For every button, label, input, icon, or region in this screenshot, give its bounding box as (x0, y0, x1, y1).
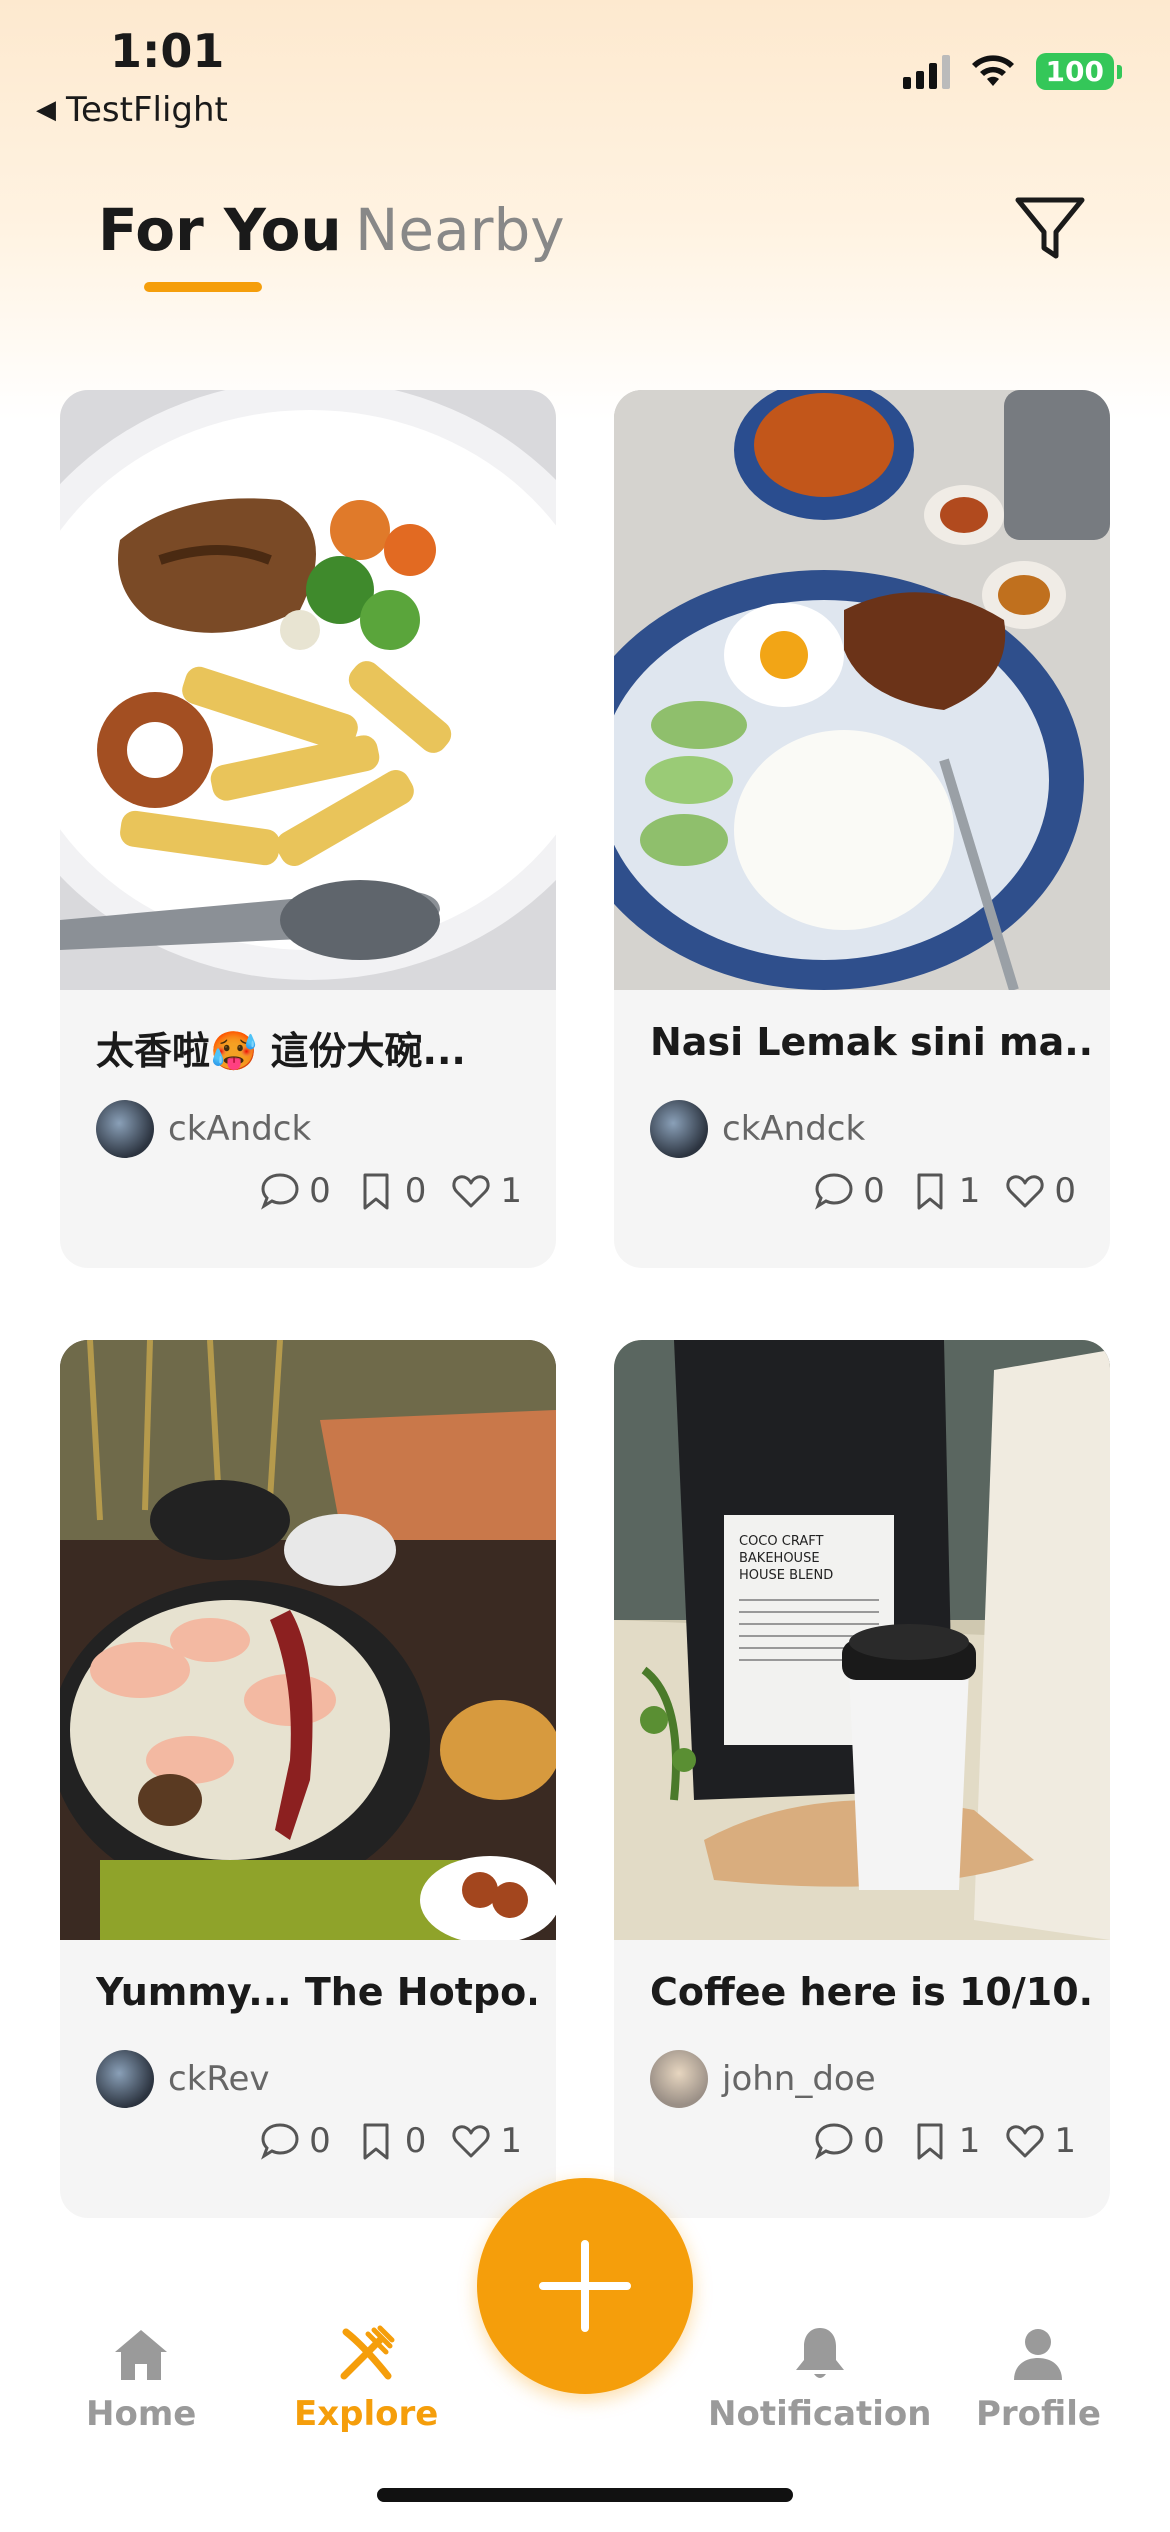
back-app-label: TestFlight (66, 90, 228, 130)
like-count: 1 (500, 2121, 522, 2161)
post-card[interactable]: COCO CRAFT BAKEHOUSE HOUSE BLEND Coffee … (614, 1340, 1110, 2218)
author-name: john_doe (722, 2059, 876, 2099)
post-card[interactable]: Yummy... The Hotpo... ckRev 0 0 1 (60, 1340, 556, 2218)
bookmark-count: 1 (958, 2121, 981, 2161)
post-stats: 0 1 1 (799, 2120, 1076, 2162)
post-image-chicken-pasta (60, 390, 556, 990)
post-title: 太香啦🥵 這份大碗... (96, 1029, 466, 1073)
tab-for-you[interactable]: For You (98, 196, 342, 264)
heart-icon (452, 1175, 490, 1208)
like-count: 1 (500, 1171, 522, 1211)
comment-icon (815, 2123, 853, 2160)
like-count: 0 (1054, 1171, 1076, 1211)
bookmark-icon (917, 2123, 943, 2160)
wifi-icon (971, 55, 1014, 86)
comment-count: 0 (309, 1171, 331, 1211)
avatar (96, 2050, 154, 2108)
bookmark-icon (917, 1173, 943, 1210)
nav-home[interactable]: Home (86, 2322, 196, 2434)
bookmark-stat[interactable]: 0 (355, 2120, 427, 2162)
status-indicators: 100 (902, 52, 1123, 90)
author-name: ckAndck (168, 1109, 312, 1149)
active-tab-indicator (144, 282, 262, 292)
author-name: ckAndck (722, 1109, 866, 1149)
avatar (650, 1100, 708, 1158)
back-triangle-icon: ◀ (36, 95, 56, 125)
post-card[interactable]: Nasi Lemak sini ma... ckAndck 0 1 0 (614, 390, 1110, 1268)
bookmark-count: 1 (958, 1171, 981, 1211)
like-stat[interactable]: 1 (450, 2120, 522, 2162)
bookmark-count: 0 (404, 2121, 427, 2161)
nav-profile[interactable]: Profile (976, 2322, 1101, 2434)
comment-stat[interactable]: 0 (259, 2120, 331, 2162)
filter-icon (1015, 197, 1085, 259)
nav-home-label: Home (86, 2394, 197, 2434)
bookmark-stat[interactable]: 0 (355, 1170, 427, 1212)
post-title: Nasi Lemak sini ma... (650, 1020, 1090, 1064)
fork-knife-icon (340, 2325, 395, 2380)
post-stats: 0 0 1 (245, 2120, 522, 2162)
home-indicator (377, 2488, 793, 2502)
plus-icon (539, 2240, 631, 2332)
author-name: ckRev (168, 2059, 270, 2099)
like-stat[interactable]: 0 (1004, 1170, 1076, 1212)
nav-profile-label: Profile (976, 2394, 1101, 2434)
tab-nearby[interactable]: Nearby (355, 196, 565, 264)
bell-icon (795, 2328, 844, 2378)
back-to-app[interactable]: ◀ TestFlight (36, 90, 228, 130)
comment-stat[interactable]: 0 (259, 1170, 331, 1212)
coffee-bag-label-line3: HOUSE BLEND (739, 1568, 833, 1583)
post-author[interactable]: john_doe (650, 2050, 876, 2108)
comment-count: 0 (863, 2121, 885, 2161)
bookmark-count: 0 (404, 1171, 427, 1211)
comment-stat[interactable]: 0 (813, 2120, 885, 2162)
like-stat[interactable]: 1 (450, 1170, 522, 1212)
post-author[interactable]: ckAndck (96, 1100, 311, 1158)
comment-icon (261, 2123, 299, 2160)
home-icon (115, 2330, 168, 2380)
comment-icon (815, 1173, 853, 1210)
comment-icon (261, 1173, 299, 1210)
nav-notification-label: Notification (708, 2394, 932, 2434)
post-author[interactable]: ckRev (96, 2050, 270, 2108)
comment-count: 0 (309, 2121, 331, 2161)
post-title: Coffee here is 10/10... (650, 1970, 1090, 2014)
status-time: 1:01 (110, 24, 225, 78)
post-image-nasi-lemak (614, 390, 1110, 990)
comment-count: 0 (863, 1171, 885, 1211)
post-stats: 0 1 0 (799, 1170, 1076, 1212)
nav-explore[interactable]: Explore (294, 2322, 438, 2434)
cellular-signal-icon (902, 53, 950, 89)
post-image-hotpot (60, 1340, 556, 1940)
nav-explore-label: Explore (294, 2394, 439, 2434)
comment-stat[interactable]: 0 (813, 1170, 885, 1212)
bookmark-stat[interactable]: 1 (909, 2120, 981, 2162)
like-stat[interactable]: 1 (1004, 2120, 1076, 2162)
create-post-button[interactable] (477, 2178, 693, 2394)
heart-icon (1006, 1175, 1044, 1208)
nav-notification[interactable]: Notification (708, 2322, 932, 2434)
bookmark-stat[interactable]: 1 (909, 1170, 981, 1212)
like-count: 1 (1054, 2121, 1076, 2161)
coffee-bag-label-line2: BAKEHOUSE (739, 1551, 820, 1566)
coffee-bag-label-line1: COCO CRAFT (739, 1534, 823, 1549)
filter-button[interactable] (1010, 194, 1090, 264)
heart-icon (452, 2125, 490, 2158)
bookmark-icon (363, 2123, 389, 2160)
heart-icon (1006, 2125, 1044, 2158)
avatar (96, 1100, 154, 1158)
post-author[interactable]: ckAndck (650, 1100, 865, 1158)
avatar (650, 2050, 708, 2108)
post-card[interactable]: 太香啦🥵 這份大碗... ckAndck 0 0 1 (60, 390, 556, 1268)
battery-indicator: 100 (1035, 52, 1123, 90)
post-image-coffee: COCO CRAFT BAKEHOUSE HOUSE BLEND (614, 1340, 1110, 1940)
bookmark-icon (363, 1173, 389, 1210)
person-icon (1014, 2329, 1063, 2380)
post-title: Yummy... The Hotpo... (96, 1970, 536, 2014)
post-stats: 0 0 1 (245, 1170, 522, 1212)
